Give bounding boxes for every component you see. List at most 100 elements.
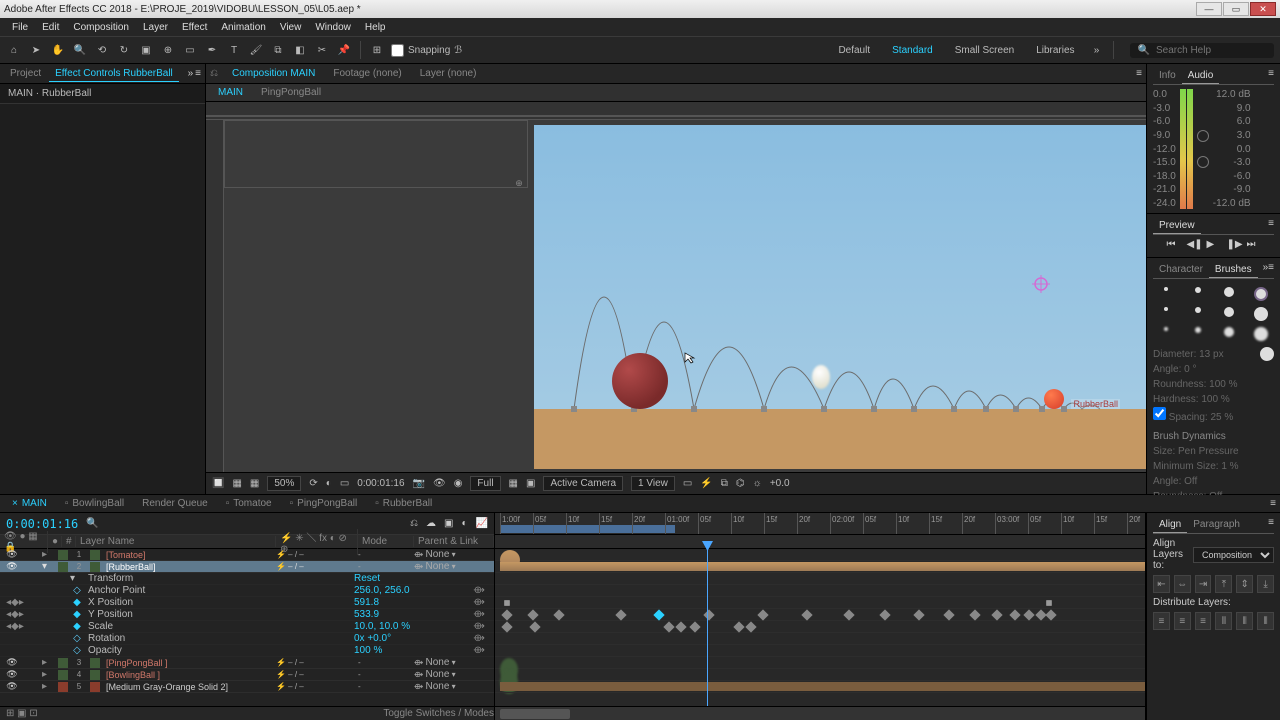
link-icon[interactable]: ⟴ <box>464 633 494 644</box>
zoom-dropdown[interactable]: 50% <box>267 476 301 491</box>
keyframe-nav[interactable]: ◂◆▸ <box>0 621 30 632</box>
composition-viewer[interactable]: ⊕ <box>224 120 1146 472</box>
snapping-checkbox[interactable] <box>391 44 404 57</box>
tab-layer-none[interactable]: Layer (none) <box>412 66 485 81</box>
layer-row-pingpongball[interactable]: 👁▸3[PingPongBall ]⚡ – / –- ⟴ None ▾ <box>0 657 494 669</box>
navigator-thumb[interactable] <box>500 709 570 719</box>
subtab-pingpongball[interactable]: PingPongBall <box>253 85 329 100</box>
link-icon[interactable]: ⟴ <box>464 597 494 608</box>
current-time-display[interactable]: 0:00:01:16 <box>357 478 404 489</box>
stopwatch-icon[interactable]: ◇ <box>70 585 84 596</box>
panel-overflow-icon[interactable]: » <box>188 68 194 79</box>
align-bottom-icon[interactable]: ⤓ <box>1257 575 1274 593</box>
timeline-panel-menu-icon[interactable]: ≡ <box>1270 498 1276 509</box>
panel-menu-icon[interactable]: ≡ <box>1268 68 1274 84</box>
panel-menu-icon[interactable]: ≡ <box>1268 218 1274 234</box>
zoom-tool-icon[interactable]: 🔍 <box>72 42 88 58</box>
clone-tool-icon[interactable]: ⧉ <box>270 42 286 58</box>
tracks-area[interactable] <box>495 549 1145 706</box>
workspace-small-screen[interactable]: Small Screen <box>947 45 1022 56</box>
3d-view-icon[interactable]: ▣ <box>526 478 535 489</box>
timeline-icon[interactable]: ⧉ <box>721 478 728 489</box>
timeline-navigator[interactable] <box>495 706 1145 720</box>
home-icon[interactable]: ⌂ <box>6 42 22 58</box>
panel-menu-icon[interactable]: ≡ <box>1268 262 1274 278</box>
search-help[interactable]: 🔍 <box>1130 43 1274 58</box>
brush-roundness[interactable]: Roundness: 100 % <box>1153 377 1274 392</box>
align-vcenter-icon[interactable]: ⇕ <box>1236 575 1253 593</box>
prop-value[interactable]: 591.8 <box>354 597 464 608</box>
link-icon[interactable]: ⟴ <box>464 621 494 632</box>
track-xpos[interactable] <box>495 597 1145 609</box>
brush-spacing-value[interactable]: 25 % <box>1210 412 1233 423</box>
align-top-icon[interactable]: ⤒ <box>1215 575 1232 593</box>
frame-blend-icon[interactable]: ▣ <box>444 518 453 529</box>
menu-composition[interactable]: Composition <box>67 22 135 33</box>
brush-diameter[interactable]: Diameter: 13 px <box>1153 347 1224 362</box>
work-area-bar[interactable] <box>500 525 675 533</box>
keyframe-nav[interactable]: ◂◆▸ <box>0 597 30 608</box>
tab-footage-none[interactable]: Footage (none) <box>325 66 409 81</box>
track-bowling[interactable] <box>495 669 1145 681</box>
minimize-button[interactable]: — <box>1196 2 1222 16</box>
tab-info[interactable]: Info <box>1153 68 1182 84</box>
menu-layer[interactable]: Layer <box>137 22 174 33</box>
first-frame-icon[interactable]: ⏮ <box>1167 239 1181 253</box>
layer-parent[interactable]: ⟴ None ▾ <box>414 561 494 572</box>
toggle-switches-modes[interactable]: ⊞ ▣ ⊡ Toggle Switches / Modes <box>0 706 494 720</box>
track-solid[interactable] <box>495 681 1145 693</box>
brush-preset-grid[interactable] <box>1153 283 1274 345</box>
comp-mini-flowchart-icon[interactable]: ⎌ <box>410 518 418 529</box>
prop-value[interactable]: 100 % <box>354 645 464 656</box>
orbit-tool-icon[interactable]: ⟲ <box>94 42 110 58</box>
layer-row-rubberball[interactable]: 👁 ▾ 2 [RubberBall] ⚡ – / – - ⟴ None ▾ <box>0 561 494 573</box>
dist-left-icon[interactable]: ⦀ <box>1215 612 1232 630</box>
layer-name[interactable]: [RubberBall] <box>102 562 276 572</box>
label-swatch[interactable] <box>58 550 68 560</box>
layer-name[interactable]: [Tomatoe] <box>102 550 276 560</box>
alpha-icon[interactable]: ▦ <box>250 478 259 489</box>
prop-value[interactable]: 0x +0.0° <box>354 633 464 644</box>
menu-window[interactable]: Window <box>309 22 357 33</box>
brush-dyn-angle[interactable]: Angle: Off <box>1153 474 1274 489</box>
tl-tab-bowlingball[interactable]: ▫ BowlingBall <box>57 496 132 511</box>
transform-group[interactable]: ▾ Transform Reset <box>0 573 494 585</box>
puppet-tool-icon[interactable]: 📌 <box>336 42 352 58</box>
snapping-toggle[interactable]: Snapping ℬ <box>391 44 462 57</box>
dist-vcenter-icon[interactable]: ≡ <box>1174 612 1191 630</box>
layer-row-solid[interactable]: 👁▸5[Medium Gray-Orange Solid 2]⚡ – / –- … <box>0 681 494 693</box>
stopwatch-icon[interactable]: ◇ <box>70 645 84 656</box>
eye-icon[interactable]: 👁 <box>0 561 24 572</box>
subtab-main[interactable]: MAIN <box>210 85 251 100</box>
pan-behind-tool-icon[interactable]: ⊕ <box>160 42 176 58</box>
stopwatch-icon[interactable]: ◇ <box>70 633 84 644</box>
text-tool-icon[interactable]: T <box>226 42 242 58</box>
stopwatch-icon[interactable]: ◆ <box>70 597 84 608</box>
panel-menu-icon[interactable]: ≡ <box>195 68 201 79</box>
exposure-value[interactable]: +0.0 <box>770 478 790 489</box>
camera-dropdown[interactable]: Active Camera <box>543 476 623 491</box>
tab-align[interactable]: Align <box>1153 517 1187 533</box>
prop-x-position[interactable]: ◂◆▸◆X Position591.8⟴ <box>0 597 494 609</box>
snapping-chevron-icon[interactable]: ℬ <box>454 45 462 56</box>
motion-blur-icon[interactable]: ◐ <box>462 518 468 529</box>
pixel-aspect-icon[interactable]: ▭ <box>683 478 692 489</box>
local-axis-icon[interactable]: ⊞ <box>369 42 385 58</box>
roto-tool-icon[interactable]: ✂ <box>314 42 330 58</box>
close-button[interactable]: ✕ <box>1250 2 1276 16</box>
menu-effect[interactable]: Effect <box>176 22 213 33</box>
resolution-dropdown[interactable]: Full <box>470 476 500 491</box>
dist-bottom-icon[interactable]: ≡ <box>1195 612 1212 630</box>
channel-icon[interactable]: ◉ <box>454 478 463 489</box>
audio-knob-left[interactable] <box>1197 130 1209 142</box>
dist-hcenter-icon[interactable]: ⦀ <box>1236 612 1253 630</box>
tab-brushes[interactable]: Brushes <box>1209 262 1258 278</box>
panel-menu-icon[interactable]: ≡ <box>1268 517 1274 533</box>
grid-icon[interactable]: ▦ <box>232 478 241 489</box>
audio-knob-right[interactable] <box>1197 156 1209 168</box>
track-ypos[interactable] <box>495 609 1145 621</box>
layer-mode[interactable]: - <box>358 550 414 559</box>
layer-mode[interactable]: - <box>358 562 414 571</box>
comp-panel-menu-icon[interactable]: ≡ <box>1136 68 1142 79</box>
brush-tool-icon[interactable]: 🖌 <box>248 42 264 58</box>
